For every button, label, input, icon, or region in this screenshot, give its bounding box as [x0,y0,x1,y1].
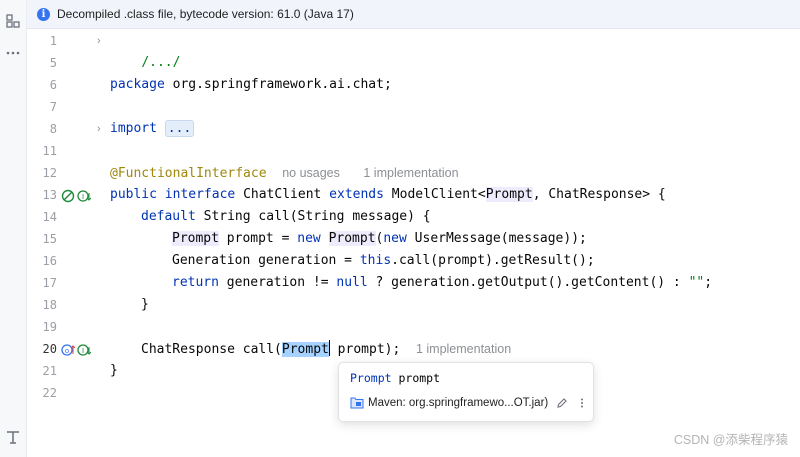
line-number: 13 [42,188,57,202]
line-number: 14 [42,210,57,224]
line-number: 16 [42,254,57,268]
code-line-15: Prompt prompt = new Prompt(new UserMessa… [172,228,587,250]
edit-icon[interactable] [556,397,568,409]
popup-signature: Prompt prompt [350,371,440,385]
line-number: 19 [42,320,57,334]
line-number: 15 [42,232,57,246]
keyword: default [141,209,196,224]
line-number: 7 [49,100,57,114]
code-line-20: ChatResponse call(Prompt prompt); 1 impl… [141,338,511,360]
code-line-16: Generation generation = this.call(prompt… [172,250,595,272]
line-number-current: 20 [42,342,57,356]
code-line-12: @FunctionalInterface no usages 1 impleme… [110,162,459,184]
usages-hint[interactable]: no usages [282,166,340,180]
keyword: new [297,231,321,246]
selected-type-reference[interactable]: Prompt [281,342,329,357]
code-text: ChatResponse call( [141,342,282,357]
type-reference[interactable]: Prompt [172,231,219,246]
code-line-6: package org.springframework.ai.chat; [110,74,392,96]
keyword: return [172,275,219,290]
code-text: Generation generation = [172,253,360,268]
line-number: 8 [49,122,57,136]
implementations-hint[interactable]: 1 implementation [363,166,458,180]
implemented-down-icon[interactable]: I [77,343,91,357]
code-line-14: default String call(String message) { [141,206,431,228]
popup-type[interactable]: Prompt [350,371,392,385]
folded-comment[interactable]: /.../ [141,55,181,70]
code-text: ModelClient< [383,187,486,202]
chevron-right-icon[interactable]: › [97,30,107,52]
code-line-13: public interface ChatClient extends Mode… [110,184,666,206]
line-number: 6 [49,78,57,92]
more-icon[interactable] [4,44,22,62]
popup-param-name: prompt [391,371,441,385]
svg-text:o: o [65,347,69,355]
interface-name: ChatClient [235,187,330,202]
line-number: 18 [42,298,57,312]
code-line-17: return generation != null ? generation.g… [172,272,712,294]
keyword: null [336,275,368,290]
editor-gutter[interactable]: 1 5 6 7 8 11 12 13 14 15 16 17 18 19 20 … [27,29,107,457]
info-icon: i [37,7,50,21]
code-line-1: /.../ [110,30,181,70]
line-number: 1 [49,34,57,48]
keyword: public [110,187,157,202]
library-icon [350,397,364,409]
popup-source: Maven: org.springframewo...OT.jar) [350,396,588,409]
functional-interface-icon[interactable] [61,189,75,203]
code-text: String call(String message) { [195,209,431,224]
decompiled-banner: i Decompiled .class file, bytecode versi… [27,0,800,29]
code-line-21: } [110,363,118,378]
svg-text:I: I [82,347,84,355]
svg-text:I: I [82,193,84,201]
implementations-hint[interactable]: 1 implementation [416,342,511,356]
build-icon[interactable] [4,428,22,446]
code-line-8: import ... [110,118,195,140]
keyword: interface [164,187,236,202]
left-tool-strip [0,0,27,457]
code-text: prompt); [329,342,401,357]
line-number: 12 [42,166,57,180]
implemented-down-icon[interactable]: I [77,189,91,203]
overrides-up-icon[interactable]: o [61,343,75,357]
keyword: extends [329,187,384,202]
folded-imports[interactable]: ... [164,120,195,137]
code-text: ; [704,275,713,290]
code-text: generation != [218,275,337,290]
structure-icon[interactable] [4,12,22,30]
keyword: new [383,231,407,246]
type-reference[interactable]: Prompt [485,187,533,202]
code-text: prompt = [218,231,298,246]
line-number: 17 [42,276,57,290]
banner-text: Decompiled .class file, bytecode version… [57,7,354,21]
chevron-right-icon[interactable]: › [97,118,107,140]
annotation: @FunctionalInterface [110,166,267,181]
keyword: package [110,77,165,92]
string-literal: "" [688,275,705,290]
popup-source-text[interactable]: Maven: org.springframewo...OT.jar) [368,397,548,409]
more-vertical-icon[interactable] [576,397,588,409]
type-reference[interactable]: Prompt [328,231,376,246]
line-number: 22 [42,386,57,400]
code-text: , ChatResponse> { [532,187,666,202]
line-number: 5 [49,56,57,70]
line-number: 11 [42,144,57,158]
code-line-18: } [141,297,149,312]
quick-info-popup[interactable]: Prompt prompt Maven: org.springframewo..… [338,362,594,422]
code-text: UserMessage(message)); [406,231,587,246]
keyword: this [359,253,392,268]
watermark: CSDN @添柴程序猿 [673,433,788,447]
line-number: 21 [42,364,57,378]
code-text: ? generation.getOutput().getContent() : [367,275,689,290]
code-text: org.springframework.ai.chat; [164,77,392,92]
code-text: .call(prompt).getResult(); [391,253,595,268]
keyword: import [110,121,157,136]
